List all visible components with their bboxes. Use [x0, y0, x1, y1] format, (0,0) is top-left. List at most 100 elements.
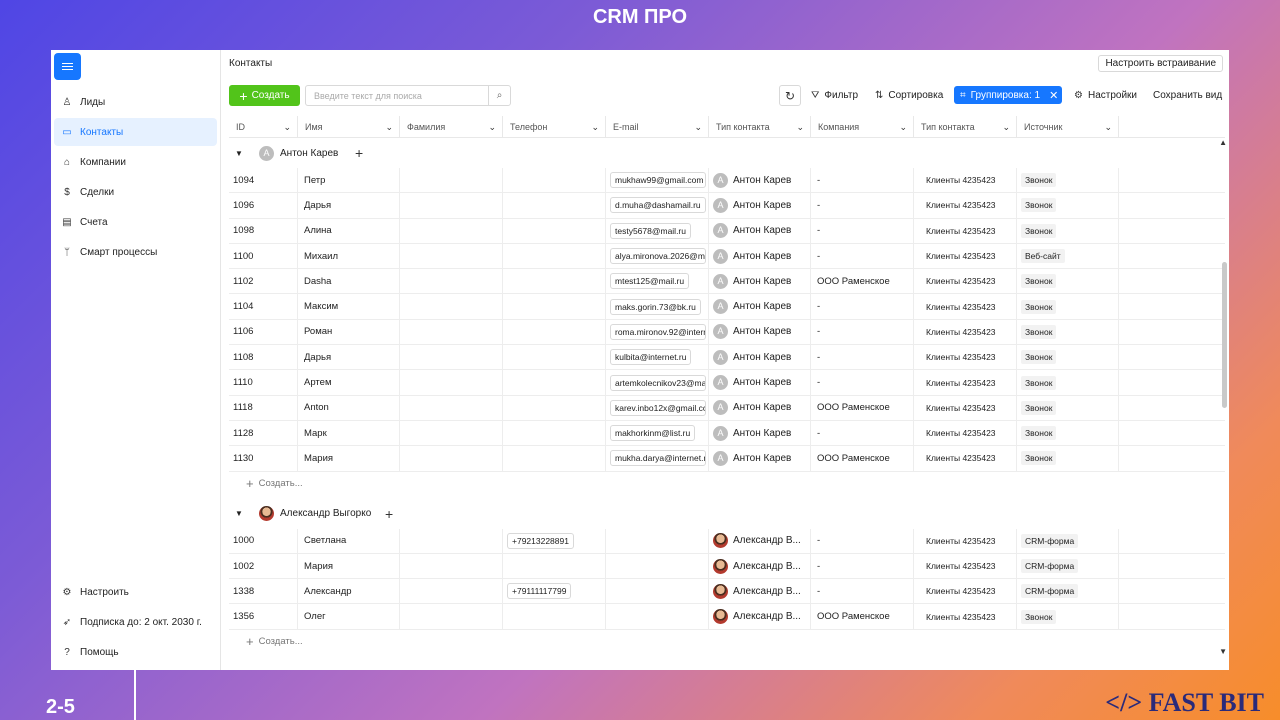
cell-company[interactable]: ООО Раменское — [811, 446, 914, 471]
collapse-triangle-icon[interactable]: ▼ — [235, 149, 243, 158]
cell-email[interactable]: roma.mironov.92@intern — [606, 319, 709, 345]
chevron-down-icon[interactable]: ⌄ — [899, 122, 907, 133]
phone-tag[interactable]: +79111117799 — [507, 583, 572, 600]
cell-owner[interactable]: A Антон Карев — [709, 420, 811, 446]
cell-id[interactable]: 1094 — [229, 168, 298, 193]
cell-name[interactable]: Артем — [298, 370, 400, 395]
group-header[interactable]: ▼ A Антон Карев + — [229, 138, 1225, 168]
cell-company[interactable]: - — [811, 168, 914, 193]
sidebar-item-2[interactable]: ? Помощь — [54, 638, 217, 666]
cell-phone[interactable] — [503, 370, 606, 395]
cell-id[interactable]: 1118 — [229, 395, 298, 420]
cell-source[interactable]: Звонок — [1017, 168, 1119, 193]
email-tag[interactable]: roma.mironov.92@intern — [610, 323, 706, 340]
cell-source[interactable]: Звонок — [1017, 420, 1119, 446]
cell-id[interactable]: 1100 — [229, 243, 298, 269]
cell-id[interactable]: 1102 — [229, 269, 298, 294]
save-view-button[interactable]: Сохранить вид — [1153, 85, 1222, 106]
cell-type[interactable]: Клиенты 4235423 — [914, 168, 1017, 193]
cell-company[interactable]: - — [811, 243, 914, 269]
email-tag[interactable]: d.muha@dashamail.ru — [610, 197, 706, 214]
cell-owner[interactable]: Александр В... — [709, 528, 811, 553]
chevron-down-icon[interactable]: ⌄ — [796, 122, 804, 133]
cell-id[interactable]: 1130 — [229, 446, 298, 471]
sidebar-item-0[interactable]: ♙ Лиды — [54, 88, 217, 116]
scrollbar-thumb[interactable] — [1222, 262, 1227, 408]
cell-surname[interactable] — [400, 604, 503, 629]
column-header[interactable]: Тип контакта ⌄ — [914, 116, 1017, 138]
column-header[interactable]: Телефон ⌄ — [503, 116, 606, 138]
cell-surname[interactable] — [400, 319, 503, 345]
sidebar-item-0[interactable]: ⚙ Настроить — [54, 578, 217, 606]
column-header[interactable]: ID ⌄ — [229, 116, 298, 138]
cell-email[interactable] — [606, 604, 709, 629]
table-row[interactable]: 1100 Михаил alya.mironova.2026@ma A Антон Ка… — [229, 243, 1225, 270]
cell-owner[interactable]: A Антон Карев — [709, 370, 811, 395]
chevron-down-icon[interactable]: ⌄ — [1104, 122, 1112, 133]
grouping-button[interactable]: ⌗ Группировка: 1 ✕ — [954, 86, 1063, 104]
cell-name[interactable]: Михаил — [298, 243, 400, 269]
cell-name[interactable]: Олег — [298, 604, 400, 629]
cell-surname[interactable] — [400, 168, 503, 193]
cell-type[interactable]: Клиенты 4235423 — [914, 395, 1017, 420]
column-header[interactable]: Тип контакта ⌄ — [709, 116, 811, 138]
cell-type[interactable]: Клиенты 4235423 — [914, 345, 1017, 370]
cell-type[interactable]: Клиенты 4235423 — [914, 218, 1017, 243]
cell-type[interactable]: Клиенты 4235423 — [914, 294, 1017, 319]
cell-company[interactable]: - — [811, 193, 914, 218]
table-row[interactable]: 1102 Dasha mtest125@mail.ru A Антон Карев ООО… — [229, 269, 1225, 295]
cell-surname[interactable] — [400, 370, 503, 395]
email-tag[interactable]: mtest125@mail.ru — [610, 273, 690, 290]
settings-button[interactable]: ⚙ Настройки — [1074, 85, 1137, 106]
column-header[interactable]: Имя ⌄ — [298, 116, 400, 138]
cell-id[interactable]: 1002 — [229, 553, 298, 579]
cell-source[interactable]: Звонок — [1017, 193, 1119, 218]
cell-email[interactable] — [606, 553, 709, 579]
cell-source[interactable]: Звонок — [1017, 604, 1119, 629]
cell-company[interactable]: - — [811, 528, 914, 553]
cell-type[interactable]: Клиенты 4235423 — [914, 370, 1017, 395]
cell-source[interactable]: Звонок — [1017, 345, 1119, 370]
table-row[interactable]: 1356 Олег Александр В... ООО Раменское Клиен… — [229, 604, 1225, 630]
cell-source[interactable]: Звонок — [1017, 269, 1119, 294]
column-header[interactable]: E-mail ⌄ — [606, 116, 709, 138]
collapse-triangle-icon[interactable]: ▼ — [235, 509, 243, 518]
table-row[interactable]: 1000 Светлана +79213228891 Александр В... - К… — [229, 528, 1225, 554]
chevron-down-icon[interactable]: ⌄ — [385, 122, 393, 133]
cell-type[interactable]: Клиенты 4235423 — [914, 269, 1017, 294]
cell-company[interactable]: ООО Раменское — [811, 395, 914, 420]
cell-name[interactable]: Алина — [298, 218, 400, 243]
cell-email[interactable]: makhorkinm@list.ru — [606, 420, 709, 446]
cell-id[interactable]: 1338 — [229, 579, 298, 604]
cell-phone[interactable] — [503, 345, 606, 370]
cell-surname[interactable] — [400, 294, 503, 319]
cell-surname[interactable] — [400, 528, 503, 553]
cell-source[interactable]: Веб-сайт — [1017, 243, 1119, 269]
cell-id[interactable]: 1106 — [229, 319, 298, 345]
cell-owner[interactable]: A Антон Карев — [709, 345, 811, 370]
chevron-down-icon[interactable]: ⌄ — [1002, 122, 1010, 133]
cell-owner[interactable]: A Антон Карев — [709, 269, 811, 294]
sidebar-item-1[interactable]: ➶ Подписка до: 2 окт. 2030 г. — [54, 608, 217, 636]
cell-source[interactable]: Звонок — [1017, 370, 1119, 395]
sidebar-item-1[interactable]: ▭ Контакты — [54, 118, 217, 146]
cell-phone[interactable] — [503, 294, 606, 319]
cell-source[interactable]: CRM-форма — [1017, 553, 1119, 579]
cell-source[interactable]: CRM-форма — [1017, 528, 1119, 553]
cell-source[interactable]: Звонок — [1017, 446, 1119, 471]
cell-name[interactable]: Светлана — [298, 528, 400, 553]
cell-name[interactable]: Максим — [298, 294, 400, 319]
cell-company[interactable]: - — [811, 553, 914, 579]
chevron-down-icon[interactable]: ⌄ — [283, 122, 291, 133]
table-row[interactable]: 1106 Роман roma.mironov.92@intern A Антон Ка… — [229, 319, 1225, 346]
cell-phone[interactable] — [503, 553, 606, 579]
cell-phone[interactable] — [503, 269, 606, 294]
cell-type[interactable]: Клиенты 4235423 — [914, 553, 1017, 579]
table-row[interactable]: 1094 Петр mukhaw99@gmail.com A Антон Карев - К… — [229, 168, 1225, 194]
cell-email[interactable]: kulbita@internet.ru — [606, 345, 709, 370]
cell-surname[interactable] — [400, 243, 503, 269]
chevron-down-icon[interactable]: ⌄ — [591, 122, 599, 133]
cell-surname[interactable] — [400, 553, 503, 579]
cell-phone[interactable] — [503, 604, 606, 629]
email-tag[interactable]: mukhaw99@gmail.com — [610, 172, 706, 189]
